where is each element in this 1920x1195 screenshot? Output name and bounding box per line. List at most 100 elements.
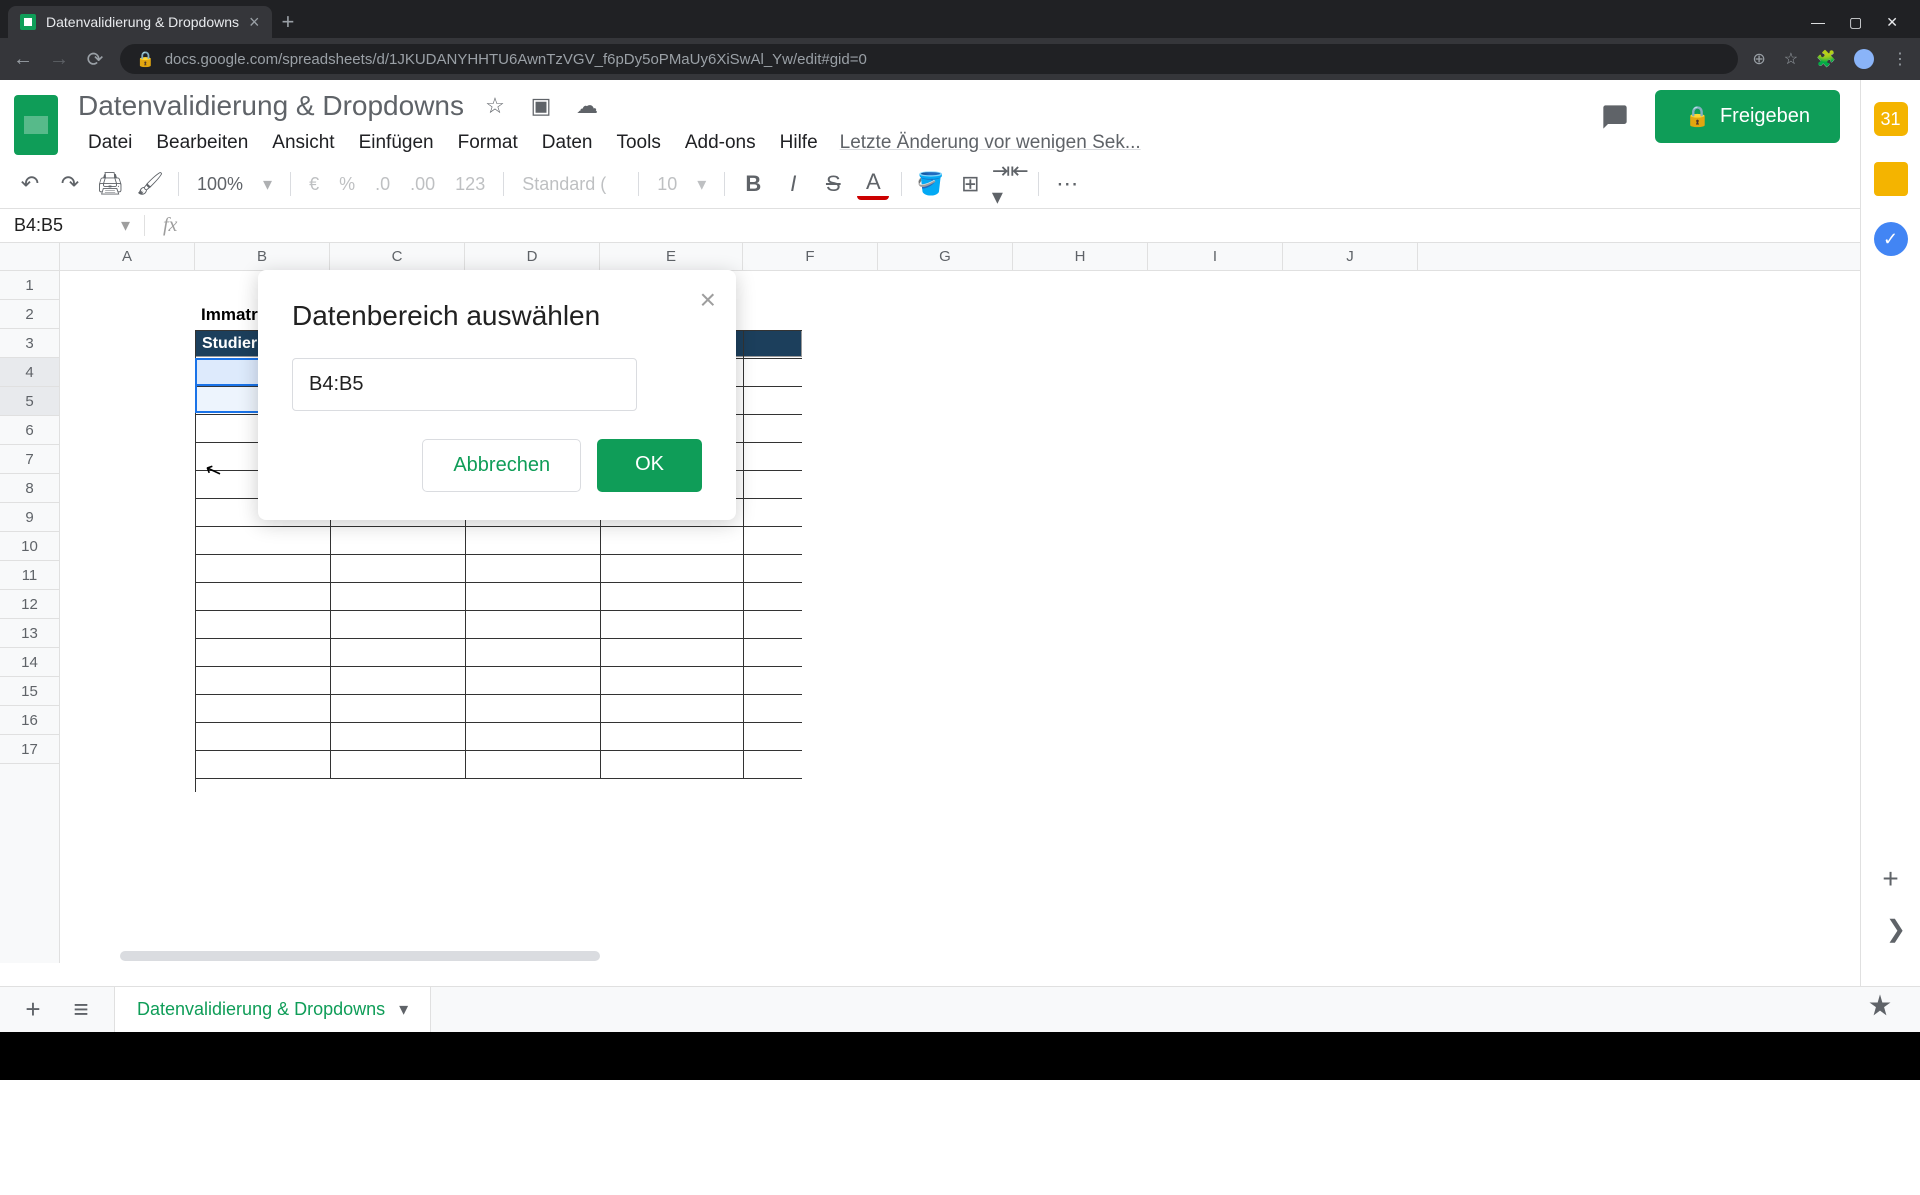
table-cell[interactable] [466,555,601,582]
column-header-C[interactable]: C [330,243,465,270]
menu-addons[interactable]: Add-ons [675,128,766,158]
column-header-G[interactable]: G [878,243,1013,270]
sheets-logo-icon[interactable] [10,90,62,160]
more-formats[interactable]: 123 [449,174,491,195]
table-cell[interactable] [196,611,331,638]
sheet-tab-active[interactable]: Datenvalidierung & Dropdowns ▾ [114,986,431,1033]
table-cell[interactable] [601,695,744,722]
document-title[interactable]: Datenvalidierung & Dropdowns [78,90,464,122]
font-size[interactable]: 10 [651,174,683,195]
row-header-2[interactable]: 2 [0,300,59,329]
table-cell[interactable] [196,667,331,694]
table-cell[interactable] [601,611,744,638]
forward-icon[interactable]: → [48,48,70,71]
browser-menu-icon[interactable]: ⋮ [1892,49,1908,69]
menu-file[interactable]: Datei [78,128,142,158]
row-header-10[interactable]: 10 [0,532,59,561]
back-icon[interactable]: ← [12,48,34,71]
menu-edit[interactable]: Bearbeiten [146,128,258,158]
column-header-F[interactable]: F [743,243,878,270]
name-box-dropdown-icon[interactable]: ▾ [121,215,130,236]
table-cell[interactable] [466,611,601,638]
column-header-E[interactable]: E [600,243,743,270]
merge-cells-icon[interactable]: ⇥⇤ ▾ [994,168,1026,200]
last-edit-info[interactable]: Letzte Änderung vor wenigen Sek... [840,132,1141,154]
move-icon[interactable]: ▣ [526,91,556,121]
print-icon[interactable]: 🖨 [94,168,126,200]
table-cell[interactable] [196,639,331,666]
range-input[interactable] [292,358,637,411]
paint-format-icon[interactable]: 🖌 [134,168,166,200]
explore-button[interactable] [1866,992,1902,1028]
table-cell[interactable] [331,751,466,778]
row-header-11[interactable]: 11 [0,561,59,590]
menu-format[interactable]: Format [448,128,528,158]
row-header-8[interactable]: 8 [0,474,59,503]
tab-close-icon[interactable]: × [249,12,260,33]
table-cell[interactable] [601,555,744,582]
comments-icon[interactable] [1595,97,1635,137]
browser-profile-avatar[interactable] [1854,49,1874,69]
menu-insert[interactable]: Einfügen [349,128,444,158]
row-header-4[interactable]: 4 [0,358,59,387]
table-cell[interactable] [331,583,466,610]
column-header-A[interactable]: A [60,243,195,270]
select-all-corner[interactable] [0,243,60,271]
column-header-I[interactable]: I [1148,243,1283,270]
column-header-D[interactable]: D [465,243,600,270]
cloud-status-icon[interactable]: ☁ [572,91,602,121]
table-cell[interactable] [601,583,744,610]
menu-data[interactable]: Daten [532,128,603,158]
borders-icon[interactable]: ⊞ [954,168,986,200]
side-panel-chevron-icon[interactable]: ❯ [1886,915,1906,944]
window-maximize-icon[interactable]: ▢ [1849,14,1862,31]
row-header-6[interactable]: 6 [0,416,59,445]
table-cell[interactable] [466,639,601,666]
column-header-B[interactable]: B [195,243,330,270]
horizontal-scrollbar[interactable] [120,951,600,961]
increase-decimal[interactable]: .00 [404,174,441,195]
fill-color-icon[interactable]: 🪣 [914,168,946,200]
table-cell[interactable] [466,695,601,722]
sheet-tab-dropdown-icon[interactable]: ▾ [399,999,408,1020]
row-header-14[interactable]: 14 [0,648,59,677]
menu-tools[interactable]: Tools [606,128,670,158]
row-header-9[interactable]: 9 [0,503,59,532]
share-button[interactable]: 🔒 Freigeben [1655,90,1840,143]
zoom-icon[interactable]: ⊕ [1752,49,1765,69]
table-cell[interactable] [466,667,601,694]
row-header-13[interactable]: 13 [0,619,59,648]
decrease-decimal[interactable]: .0 [369,174,396,195]
row-header-16[interactable]: 16 [0,706,59,735]
star-icon[interactable]: ☆ [480,91,510,121]
table-cell[interactable] [196,695,331,722]
table-cell[interactable] [601,723,744,750]
undo-icon[interactable]: ↶ [14,168,46,200]
bookmark-icon[interactable]: ☆ [1784,49,1798,69]
menu-view[interactable]: Ansicht [262,128,344,158]
row-header-12[interactable]: 12 [0,590,59,619]
font-select[interactable]: Standard ( [516,174,626,195]
table-cell[interactable] [601,639,744,666]
bold-icon[interactable]: B [737,168,769,200]
extensions-icon[interactable]: 🧩 [1816,49,1836,69]
browser-tab[interactable]: Datenvalidierung & Dropdowns × [8,6,272,38]
row-header-5[interactable]: 5 [0,387,59,416]
percent-format[interactable]: % [333,174,361,195]
column-header-H[interactable]: H [1013,243,1148,270]
table-cell[interactable] [331,611,466,638]
table-cell[interactable] [196,583,331,610]
text-color-icon[interactable]: A [857,168,889,200]
url-input[interactable]: 🔒 docs.google.com/spreadsheets/d/1JKUDAN… [120,44,1738,74]
table-cell[interactable] [331,555,466,582]
all-sheets-button[interactable]: ≡ [66,995,96,1025]
zoom-select[interactable]: 100% [191,174,249,195]
ok-button[interactable]: OK [597,439,702,492]
row-header-1[interactable]: 1 [0,271,59,300]
redo-icon[interactable]: ↷ [54,168,86,200]
table-cell[interactable] [466,723,601,750]
table-cell[interactable] [196,723,331,750]
italic-icon[interactable]: I [777,168,809,200]
add-sheet-button[interactable]: + [18,995,48,1025]
formula-bar-input[interactable] [195,209,1920,242]
